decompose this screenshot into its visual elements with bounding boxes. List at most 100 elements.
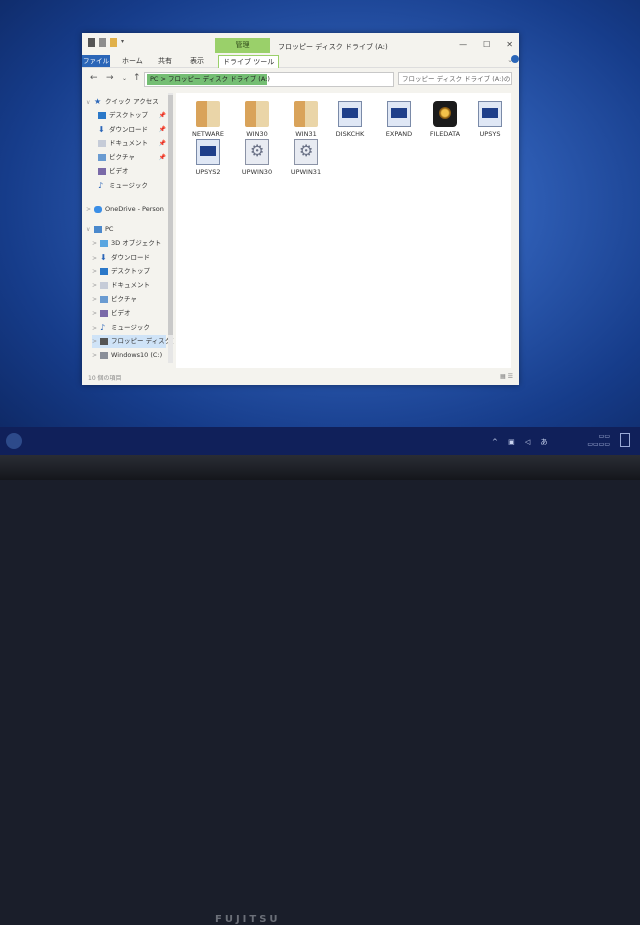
search-input[interactable]: フロッピー ディスク ドライブ (A:)の... bbox=[398, 72, 512, 85]
file-name: NETWARE bbox=[191, 130, 225, 138]
up-arrow-icon[interactable]: ↑ bbox=[133, 73, 141, 83]
expand-chevron-icon[interactable]: ∨ bbox=[86, 223, 94, 236]
expand-chevron-icon[interactable]: > bbox=[86, 203, 94, 216]
nav-item-pc-downloads[interactable]: > ⬇ ダウンロード bbox=[92, 251, 166, 264]
monitor-bezel: FUJITSU bbox=[0, 455, 640, 925]
new-folder-icon[interactable] bbox=[110, 38, 117, 47]
nav-item-pc-documents[interactable]: > ドキュメント bbox=[92, 279, 166, 292]
nav-item-pictures[interactable]: ピクチャ 📌 bbox=[98, 151, 166, 164]
file-item[interactable]: WIN30 bbox=[235, 101, 279, 138]
title-bar[interactable]: ▾ 管理 フロッピー ディスク ドライブ (A:) — ☐ ✕ bbox=[82, 33, 519, 53]
properties-icon[interactable] bbox=[99, 38, 106, 47]
window-icon[interactable] bbox=[88, 38, 95, 47]
file-item[interactable]: WIN31 bbox=[284, 101, 328, 138]
status-item-count: 10 個の項目 bbox=[88, 375, 122, 382]
system-tray-icons[interactable]: ^ ▣ ◁ あ bbox=[492, 437, 552, 447]
file-name: WIN31 bbox=[295, 130, 317, 138]
file-item[interactable]: DISKCHK bbox=[328, 101, 372, 138]
tab-share[interactable]: 共有 bbox=[154, 55, 176, 67]
nav-item-pc[interactable]: ∨ PC bbox=[86, 223, 166, 236]
video-icon bbox=[98, 167, 106, 175]
nav-item-onedrive[interactable]: > OneDrive - Person bbox=[86, 203, 168, 216]
nav-item-videos[interactable]: ビデオ bbox=[98, 165, 166, 178]
gear-icon bbox=[294, 139, 318, 165]
file-item[interactable]: UPWIN30 bbox=[235, 139, 279, 176]
nav-item-music[interactable]: ♪ ミュージック bbox=[98, 179, 166, 192]
nav-item-pc-videos[interactable]: > ビデオ bbox=[92, 307, 166, 320]
nav-item-floppy[interactable]: > フロッピー ディスク ] bbox=[92, 335, 174, 348]
nav-label: ダウンロード bbox=[111, 253, 150, 262]
expand-chevron-icon[interactable]: > bbox=[92, 237, 100, 250]
nav-label: ビデオ bbox=[111, 309, 131, 317]
file-name: UPWIN30 bbox=[241, 168, 273, 176]
application-window-icon bbox=[338, 101, 362, 127]
help-icon[interactable] bbox=[511, 55, 519, 63]
nav-item-documents[interactable]: ドキュメント 📌 bbox=[98, 137, 166, 150]
nav-item-3d-objects[interactable]: >3D オブジェクト bbox=[92, 237, 166, 250]
expand-chevron-icon[interactable]: > bbox=[92, 279, 100, 292]
manage-context-tab[interactable]: 管理 bbox=[215, 38, 270, 53]
expand-chevron-icon[interactable]: > bbox=[92, 252, 100, 265]
taskbar: ^ ▣ ◁ あ ▭▭ ▭▭▭▭ bbox=[0, 427, 640, 455]
download-icon: ⬇ bbox=[100, 253, 107, 262]
qat-dropdown-icon[interactable]: ▾ bbox=[121, 38, 126, 47]
back-arrow-icon[interactable]: ← bbox=[90, 73, 98, 83]
nav-item-desktop[interactable]: デスクトップ 📌 bbox=[98, 109, 166, 122]
file-item[interactable]: UPSYS bbox=[468, 101, 512, 138]
start-button[interactable] bbox=[6, 433, 22, 449]
cube-icon bbox=[100, 239, 108, 247]
pin-icon: 📌 bbox=[158, 126, 166, 133]
address-path: PC > フロッピー ディスク ドライブ (A:) bbox=[150, 75, 270, 83]
clock-icon[interactable]: ▭▭ ▭▭▭▭ bbox=[587, 433, 610, 449]
file-item[interactable]: UPWIN31 bbox=[284, 139, 328, 176]
tab-drive-tools[interactable]: ドライブ ツール bbox=[218, 55, 280, 68]
nav-item-pc-music[interactable]: > ♪ ミュージック bbox=[92, 321, 166, 334]
forward-arrow-icon[interactable]: → bbox=[106, 73, 114, 83]
tab-file[interactable]: ファイル bbox=[82, 55, 110, 67]
file-explorer-window[interactable]: ▾ 管理 フロッピー ディスク ドライブ (A:) — ☐ ✕ ファイル ホーム… bbox=[82, 33, 519, 385]
nav-item-pc-desktop[interactable]: > デスクトップ bbox=[92, 265, 166, 278]
expand-chevron-icon[interactable]: > bbox=[92, 349, 100, 362]
nav-scrollbar[interactable] bbox=[168, 93, 173, 363]
cloud-icon bbox=[94, 205, 102, 213]
download-icon: ⬇ bbox=[98, 125, 105, 134]
application-window-icon bbox=[196, 139, 220, 165]
file-name: UPSYS2 bbox=[195, 168, 221, 176]
expand-chevron-icon[interactable]: > bbox=[92, 322, 100, 335]
document-icon bbox=[100, 281, 108, 289]
tab-home[interactable]: ホーム bbox=[118, 55, 147, 67]
nav-label: ピクチャ bbox=[109, 153, 135, 161]
navigation-pane: ∨ ★ クイック アクセス デスクトップ 📌 ⬇ ダウンロード 📌 ドキュメント 📌 ピクチ… bbox=[82, 93, 174, 368]
minimize-button[interactable]: — bbox=[459, 40, 467, 49]
tab-view[interactable]: 表示 bbox=[186, 55, 208, 67]
view-toggle-icon[interactable]: ▦ ☰ bbox=[500, 373, 513, 380]
music-icon: ♪ bbox=[100, 323, 106, 332]
nav-scrollbar-thumb[interactable] bbox=[168, 95, 173, 335]
expand-chevron-icon[interactable]: > bbox=[92, 293, 100, 306]
nav-item-downloads[interactable]: ⬇ ダウンロード 📌 bbox=[98, 123, 166, 136]
file-item[interactable]: EXPAND bbox=[377, 101, 421, 138]
nav-item-quick-access[interactable]: ∨ ★ クイック アクセス bbox=[86, 95, 166, 108]
file-item[interactable]: NETWARE bbox=[186, 101, 230, 138]
nav-label: ミュージック bbox=[111, 323, 150, 332]
expand-chevron-icon[interactable]: ∨ bbox=[86, 96, 94, 109]
file-list: NETWARE WIN30 WIN31 DISKCHK EXPAND FILED… bbox=[176, 93, 511, 368]
file-item[interactable]: UPSYS2 bbox=[186, 139, 230, 176]
nav-label: PC bbox=[105, 225, 114, 233]
file-item[interactable]: FILEDATA bbox=[423, 101, 467, 138]
address-field[interactable]: PC > フロッピー ディスク ドライブ (A:) bbox=[144, 72, 394, 87]
maximize-button[interactable]: ☐ bbox=[483, 40, 490, 49]
filedata-app-icon bbox=[433, 101, 457, 127]
expand-chevron-icon[interactable]: > bbox=[92, 307, 100, 320]
nav-item-windows-c[interactable]: > Windows10 (C:) bbox=[92, 349, 166, 362]
close-button[interactable]: ✕ bbox=[506, 40, 513, 49]
expand-chevron-icon[interactable]: > bbox=[92, 335, 100, 348]
notification-icon[interactable] bbox=[620, 433, 630, 447]
expand-chevron-icon[interactable]: > bbox=[92, 265, 100, 278]
quick-access-toolbar: ▾ bbox=[88, 38, 126, 47]
nav-item-pc-pictures[interactable]: > ピクチャ bbox=[92, 293, 166, 306]
floppy-icon bbox=[100, 337, 108, 345]
nav-label: Windows10 (C:) bbox=[111, 351, 163, 359]
nav-label: フロッピー ディスク ] bbox=[111, 337, 174, 345]
recent-dropdown-icon[interactable]: ⌄ bbox=[122, 75, 127, 82]
